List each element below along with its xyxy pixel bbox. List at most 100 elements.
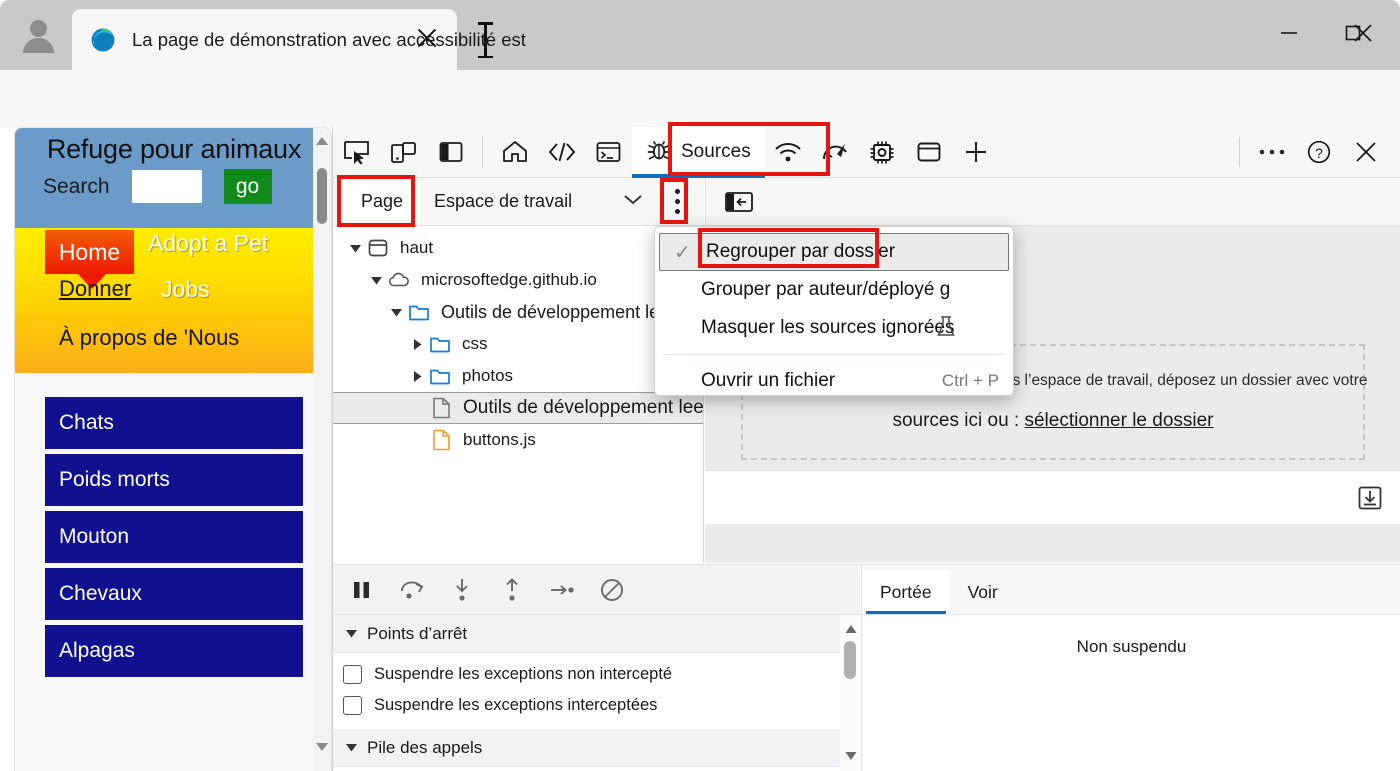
- menu-item-open-file[interactable]: Ouvrir un fichier Ctrl + P: [655, 362, 1013, 400]
- tree-row-label: Outils de développement lee: [463, 397, 704, 419]
- menu-item-label: Regrouper par dossier: [706, 241, 895, 263]
- toolbar-divider: [1239, 137, 1240, 167]
- tree-row[interactable]: css: [333, 328, 703, 360]
- step-over-icon[interactable]: [395, 573, 429, 607]
- menu-separator: [663, 354, 1005, 355]
- nav-item-adopt[interactable]: Adopt a Pet: [148, 230, 268, 257]
- tab-watch[interactable]: Voir: [950, 570, 1016, 614]
- window-minimize-button[interactable]: [1263, 8, 1315, 58]
- application-storage-icon[interactable]: [906, 130, 953, 174]
- download-icon[interactable]: [1357, 485, 1383, 511]
- tree-row-label: haut: [400, 238, 433, 258]
- twisty-expanded-icon[interactable]: [386, 307, 406, 318]
- scroll-down-arrow-icon[interactable]: [315, 740, 329, 752]
- help-question-icon[interactable]: ?: [1295, 130, 1342, 174]
- nav-item-home[interactable]: Home: [45, 230, 134, 274]
- nav-item-donner[interactable]: Donner: [59, 276, 131, 302]
- tree-row[interactable]: haut: [333, 232, 703, 264]
- callstack-section-header[interactable]: Pile des appels: [333, 729, 860, 767]
- menu-item-hide-ignored-sources[interactable]: Masquer les sources ignorées: [655, 309, 1013, 347]
- category-item[interactable]: Chevaux: [45, 568, 303, 620]
- category-item[interactable]: Chats: [45, 397, 303, 449]
- scroll-down-arrow-icon[interactable]: [845, 748, 857, 766]
- debugger-scrollbar-thumb[interactable]: [844, 641, 856, 679]
- welcome-home-icon[interactable]: [491, 130, 538, 174]
- category-item[interactable]: Alpagas: [45, 625, 303, 677]
- site-search-row: Search go: [15, 169, 315, 204]
- scope-empty-message: Non suspendu: [862, 615, 1400, 657]
- browser-address-bar: t) https://microsoftedge.github.io/Demos…: [0, 70, 1400, 128]
- callstack-section-label: Pile des appels: [367, 738, 482, 758]
- step-out-icon[interactable]: [495, 573, 529, 607]
- checkbox-row[interactable]: Suspendre les exceptions interceptées: [343, 690, 860, 721]
- nav-item-jobs[interactable]: Jobs: [161, 276, 210, 303]
- twisty-expanded-icon[interactable]: [345, 624, 358, 644]
- tree-row[interactable]: microsoftedge.github.io: [333, 264, 703, 296]
- tree-row-label: Outils de développement lee: [441, 302, 669, 323]
- devtools-close-icon[interactable]: [1342, 130, 1389, 174]
- twisty-collapsed-icon[interactable]: [407, 338, 427, 351]
- console-terminal-icon[interactable]: [585, 130, 632, 174]
- browser-titlebar: La page de démonstration avec accessibil…: [0, 0, 1400, 70]
- webpage-content: Refuge pour animaux Search go Home Adopt…: [15, 128, 315, 771]
- page-scrollbar[interactable]: [313, 128, 331, 771]
- scope-watch-panel: Portée Voir Non suspendu: [861, 564, 1400, 771]
- step-into-icon[interactable]: [445, 573, 479, 607]
- device-emulation-icon[interactable]: [380, 130, 427, 174]
- chevron-down-icon[interactable]: [622, 192, 644, 211]
- tab-close-icon[interactable]: [415, 26, 439, 50]
- sidebar-layout-icon[interactable]: [427, 130, 474, 174]
- pause-uncaught-exceptions-checkbox[interactable]: [343, 665, 362, 684]
- pause-resume-icon[interactable]: [345, 573, 379, 607]
- checkbox-row[interactable]: Suspendre les exceptions non intercepté: [343, 659, 860, 690]
- breakpoints-section-header[interactable]: Points d’arrêt: [333, 615, 860, 653]
- folder-icon: [427, 367, 453, 386]
- scroll-up-arrow-icon[interactable]: [845, 621, 857, 639]
- tree-row-label: buttons.js: [463, 430, 536, 450]
- tab-scope[interactable]: Portée: [862, 570, 950, 614]
- inspect-element-icon[interactable]: [333, 130, 380, 174]
- avatar[interactable]: [12, 10, 64, 62]
- scroll-up-arrow-icon[interactable]: [315, 134, 329, 146]
- pause-caught-exceptions-checkbox[interactable]: [343, 696, 362, 715]
- add-panel-plus-icon[interactable]: [953, 130, 1000, 174]
- tab-sources[interactable]: Sources: [632, 127, 765, 178]
- debugger-scrollbar[interactable]: [840, 615, 860, 771]
- menu-item-group-by-folder[interactable]: ✓ Regrouper par dossier: [659, 233, 1009, 271]
- breakpoints-section-body: Suspendre les exceptions non intercepté …: [333, 653, 860, 721]
- twisty-expanded-icon[interactable]: [345, 243, 365, 254]
- window-close-button[interactable]: [1337, 8, 1389, 58]
- network-wifi-icon[interactable]: [765, 130, 812, 174]
- search-input[interactable]: [132, 170, 202, 203]
- breakpoints-section-label: Points d’arrêt: [367, 624, 467, 644]
- memory-chip-icon[interactable]: [859, 130, 906, 174]
- tab-workspace[interactable]: Espace de travail: [434, 191, 572, 212]
- tree-row[interactable]: Outils de développement lee: [333, 296, 703, 328]
- webpage-viewport: Refuge pour animaux Search go Home Adopt…: [14, 127, 332, 771]
- menu-item-group-by-authored-deployed[interactable]: Grouper par auteur/déployé g: [655, 271, 1013, 309]
- nav-item-about[interactable]: À propos de 'Nous: [59, 325, 239, 351]
- performance-gauge-icon[interactable]: [812, 130, 859, 174]
- step-icon[interactable]: [545, 573, 579, 607]
- scope-tabs: Portée Voir: [862, 565, 1400, 615]
- category-item[interactable]: Poids morts: [45, 454, 303, 506]
- tree-row[interactable]: Outils de développement lee: [333, 392, 703, 424]
- tab-page[interactable]: Page: [344, 181, 420, 223]
- page-scrollbar-thumb[interactable]: [317, 168, 327, 224]
- frame-icon: [365, 239, 391, 257]
- twisty-collapsed-icon[interactable]: [407, 370, 427, 383]
- twisty-expanded-icon[interactable]: [366, 275, 386, 286]
- twisty-expanded-icon[interactable]: [345, 738, 358, 758]
- more-options-kebab-icon[interactable]: [666, 185, 688, 219]
- elements-code-icon[interactable]: [538, 130, 585, 174]
- category-item[interactable]: Mouton: [45, 511, 303, 563]
- search-go-button[interactable]: go: [224, 169, 272, 204]
- devtools-more-icon[interactable]: [1248, 130, 1295, 174]
- tree-row[interactable]: buttons.js: [333, 424, 703, 456]
- show-navigator-icon[interactable]: [724, 190, 754, 214]
- experiment-flask-icon: [936, 315, 956, 344]
- deactivate-breakpoints-icon[interactable]: [595, 573, 629, 607]
- tree-row[interactable]: photos: [333, 360, 703, 392]
- select-folder-link[interactable]: sélectionner le dossier: [1024, 410, 1213, 431]
- browser-tab[interactable]: La page de démonstration avec accessibil…: [72, 9, 457, 70]
